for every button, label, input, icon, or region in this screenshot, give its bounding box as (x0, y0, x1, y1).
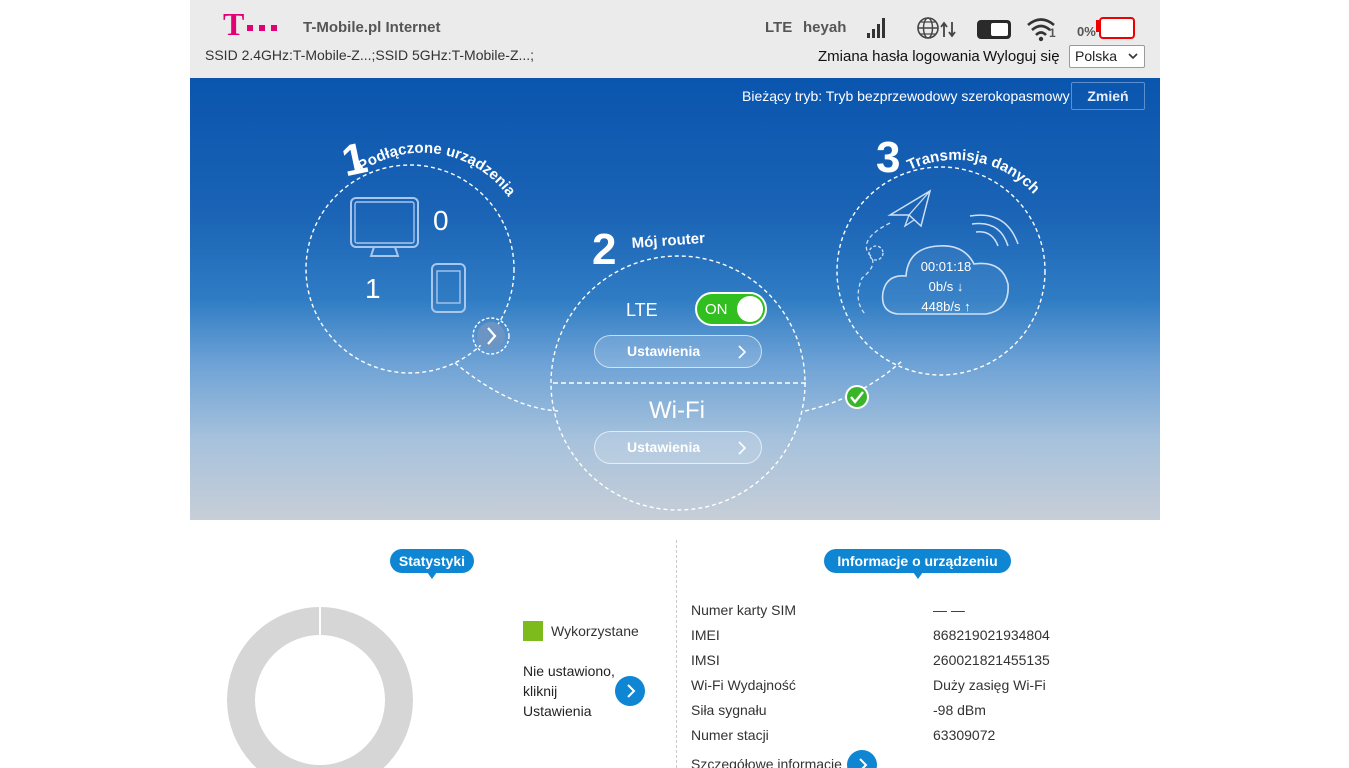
sim-toggle-icon (977, 20, 1011, 39)
top-header: T T-Mobile.pl Internet SSID 2.4GHz:T-Mob… (190, 0, 1160, 78)
internet-connection-icon (917, 17, 956, 39)
lte-toggle-state: ON (705, 301, 728, 318)
info-label: Numer stacji (691, 727, 769, 743)
connection-duration: 00:01:18 (920, 259, 972, 274)
info-label: Numer karty SIM (691, 602, 797, 618)
details-button[interactable] (847, 750, 877, 768)
wifi-settings-button[interactable]: Ustawienia (594, 431, 762, 464)
language-select[interactable]: Polska (1069, 45, 1145, 68)
section-2-number: 2 (592, 225, 616, 274)
status-hero: Bieżący tryb: Tryb bezprzewodowy szeroko… (190, 78, 1160, 520)
info-value: Duży zasięg Wi-Fi (933, 677, 1046, 693)
details-link[interactable]: Szczegółowe informacje (691, 756, 851, 768)
logout-link[interactable]: Wyloguj się (983, 48, 1060, 65)
battery-icon (1096, 17, 1135, 39)
lte-label: LTE (626, 300, 658, 320)
change-password-link[interactable]: Zmiana hasła logowania (818, 48, 980, 65)
info-row-cell-id: Numer stacji 63309072 (691, 727, 1151, 747)
devices-more-button (472, 317, 510, 355)
info-row-imei: IMEI 868219021934804 (691, 627, 1151, 647)
details-label: Szczegółowe informacje (691, 756, 842, 768)
legend-used-swatch (523, 621, 543, 641)
chevron-right-icon (738, 345, 747, 359)
phone-icon (431, 263, 466, 313)
wifi-settings-label: Ustawienia (627, 439, 701, 455)
section-1-number: 1 (338, 133, 372, 186)
statistics-badge: Statystyki (390, 549, 474, 579)
section-3-number: 3 (876, 133, 900, 182)
legend-used-label: Wykorzystane (551, 623, 639, 639)
chevron-right-icon (738, 441, 747, 455)
info-row-sim: Numer karty SIM — — (691, 602, 1151, 622)
usage-remaining-ring (227, 607, 413, 768)
chevron-down-icon (1128, 53, 1138, 60)
computers-count: 0 (433, 205, 449, 236)
usage-not-set-message: Nie ustawiono, kliknij Ustawienia (523, 661, 623, 721)
info-row-imsi: IMSI 260021821455135 (691, 652, 1151, 672)
info-value: 63309072 (933, 727, 996, 743)
ssid-info: SSID 2.4GHz:T-Mobile-Z...;SSID 5GHz:T-Mo… (205, 47, 535, 63)
logo-t-letter: T (223, 6, 245, 42)
wifi-clients-count: 1 (1049, 26, 1056, 40)
info-label: IMSI (691, 652, 720, 668)
signal-strength-icon (867, 18, 885, 38)
info-label: Wi-Fi Wydajność (691, 677, 796, 693)
section-3-title: Transmisja danych (905, 147, 1044, 197)
download-speed: 0b/s ↓ (928, 279, 964, 294)
usage-settings-button[interactable] (615, 676, 645, 706)
phones-count: 1 (365, 273, 381, 304)
network-type: LTE (765, 19, 793, 36)
app-root: T T-Mobile.pl Internet SSID 2.4GHz:T-Mob… (0, 0, 1349, 768)
not-set-line-2: kliknij (523, 683, 558, 699)
app-title: T-Mobile.pl Internet (303, 19, 441, 36)
info-value: 868219021934804 (933, 627, 1050, 643)
not-set-line-1: Nie ustawiono, (523, 663, 615, 679)
section-divider (676, 540, 677, 768)
info-label: Siła sygnału (691, 702, 767, 718)
chevron-right-icon (859, 758, 868, 768)
lte-toggle[interactable]: ON (695, 292, 767, 326)
lte-settings-button[interactable]: Ustawienia (594, 335, 762, 368)
info-value: 260021821455135 (933, 652, 1050, 668)
upload-speed: 448b/s ↑ (921, 299, 971, 314)
connection-ok-icon (845, 385, 869, 409)
info-row-signal: Siła sygnału -98 dBm (691, 702, 1151, 722)
device-info-badge: Informacje o urządzeniu (824, 549, 1011, 579)
computer-icon (350, 197, 419, 257)
toggle-knob (737, 296, 763, 322)
lte-settings-label: Ustawienia (627, 343, 701, 359)
info-row-wifi-performance: Wi-Fi Wydajność Duży zasięg Wi-Fi (691, 677, 1151, 697)
operator-name: heyah (803, 19, 847, 36)
battery-percent: 0% (1077, 24, 1096, 39)
info-value: — — (933, 602, 965, 618)
info-value: -98 dBm (933, 702, 986, 718)
wifi-icon (1027, 18, 1055, 42)
section-2-title: Mój router (631, 230, 705, 252)
not-set-line-3: Ustawienia (523, 703, 592, 719)
broadcast-waves-icon (969, 214, 1019, 247)
info-label: IMEI (691, 627, 720, 643)
language-value: Polska (1075, 48, 1118, 64)
usage-donut-chart (227, 607, 413, 768)
wifi-label: Wi-Fi (649, 397, 705, 424)
chevron-right-icon (627, 684, 636, 698)
